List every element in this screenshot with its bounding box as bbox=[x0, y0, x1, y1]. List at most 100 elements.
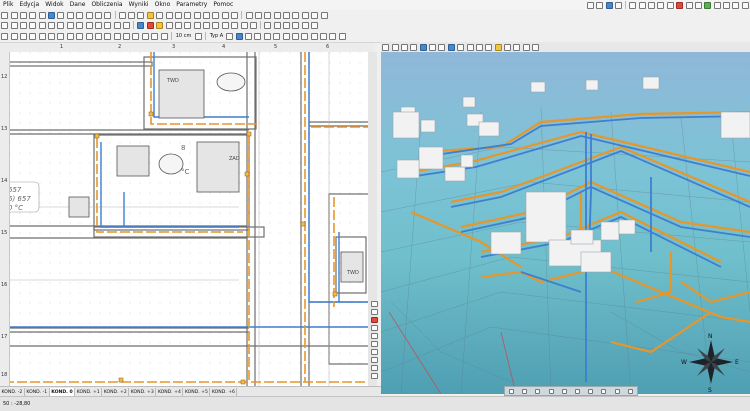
grid-icon[interactable] bbox=[694, 1, 702, 9]
print-preview-icon[interactable] bbox=[723, 1, 731, 9]
save-icon[interactable] bbox=[605, 1, 613, 9]
cold-water-icon[interactable] bbox=[137, 21, 145, 29]
open-icon[interactable] bbox=[596, 1, 604, 9]
arrow-icon[interactable] bbox=[311, 21, 319, 29]
fixture-shower[interactable] bbox=[158, 69, 205, 119]
help-icon[interactable] bbox=[741, 1, 749, 9]
zoom-all-icon[interactable] bbox=[292, 11, 300, 19]
delete-icon[interactable] bbox=[676, 1, 684, 9]
option-icon[interactable] bbox=[123, 32, 131, 40]
wall-icon[interactable] bbox=[10, 11, 18, 19]
boiler-icon[interactable] bbox=[104, 11, 112, 19]
option-icon[interactable] bbox=[329, 32, 337, 40]
menu-pomoc[interactable]: Pomoc bbox=[210, 0, 236, 10]
checkbox-icon[interactable] bbox=[104, 21, 112, 29]
view-side-icon[interactable] bbox=[438, 43, 446, 51]
arrow-icon[interactable] bbox=[264, 21, 272, 29]
dropdown-icon[interactable] bbox=[194, 32, 202, 40]
option-icon[interactable] bbox=[466, 43, 474, 51]
pipe-icon[interactable] bbox=[48, 11, 56, 19]
cut-icon[interactable] bbox=[648, 1, 656, 9]
sink-icon[interactable] bbox=[66, 11, 74, 19]
zoom-3d-icon[interactable] bbox=[391, 43, 399, 51]
view-iso-icon[interactable] bbox=[447, 43, 455, 51]
option-icon[interactable] bbox=[532, 43, 540, 51]
fixture-icon[interactable] bbox=[221, 21, 229, 29]
option-icon[interactable] bbox=[263, 32, 271, 40]
nav-icon[interactable] bbox=[627, 388, 633, 394]
pan-3d-icon[interactable] bbox=[410, 43, 418, 51]
fixture-sink[interactable] bbox=[116, 145, 150, 177]
option-icon[interactable] bbox=[282, 32, 290, 40]
measure-icon[interactable] bbox=[212, 11, 220, 19]
fixture-3d[interactable] bbox=[530, 81, 546, 93]
checkbox-icon[interactable] bbox=[1, 21, 9, 29]
view-2d-icon[interactable] bbox=[245, 11, 253, 19]
fixture-3d[interactable] bbox=[392, 111, 420, 139]
fixture-3d[interactable] bbox=[720, 111, 750, 139]
zoom-out-icon[interactable] bbox=[283, 11, 291, 19]
option-icon[interactable] bbox=[141, 32, 149, 40]
fixture-3d[interactable] bbox=[420, 119, 436, 133]
option-icon[interactable] bbox=[254, 32, 262, 40]
fixture-3d[interactable] bbox=[444, 166, 466, 182]
fixture-3d[interactable] bbox=[585, 79, 599, 91]
fixture-basin[interactable] bbox=[68, 196, 90, 218]
fixture-icon[interactable] bbox=[165, 21, 173, 29]
search-icon[interactable] bbox=[370, 333, 378, 339]
option-icon[interactable] bbox=[19, 32, 27, 40]
rotate-icon[interactable] bbox=[184, 11, 192, 19]
shower-icon[interactable] bbox=[85, 11, 93, 19]
menu-edycja[interactable]: Edycja bbox=[16, 0, 42, 10]
option-icon[interactable] bbox=[104, 32, 112, 40]
door-icon[interactable] bbox=[19, 11, 27, 19]
window-icon[interactable] bbox=[29, 11, 37, 19]
room-tag[interactable]: 657 6) 657 0 °C bbox=[9, 181, 40, 213]
arrow-icon[interactable] bbox=[283, 21, 291, 29]
arrow-icon[interactable] bbox=[273, 21, 281, 29]
fixture-toilet[interactable] bbox=[158, 153, 184, 175]
nav-icon[interactable] bbox=[561, 388, 567, 394]
fixture-3d[interactable] bbox=[580, 251, 612, 273]
type-select[interactable]: Typ A bbox=[210, 33, 223, 39]
nav-icon[interactable] bbox=[509, 388, 515, 394]
copy-icon[interactable] bbox=[657, 1, 665, 9]
menu-obliczenia[interactable]: Obliczenia bbox=[88, 0, 125, 10]
rotate-3d-icon[interactable] bbox=[382, 43, 390, 51]
option-icon[interactable] bbox=[245, 32, 253, 40]
print-icon[interactable] bbox=[614, 1, 622, 9]
dropdown-icon[interactable] bbox=[226, 32, 234, 40]
fixture-3d[interactable] bbox=[490, 231, 522, 255]
view-top-icon[interactable] bbox=[429, 43, 437, 51]
zoom-out-icon[interactable] bbox=[370, 309, 378, 315]
model-3d[interactable]: N E S W bbox=[381, 52, 750, 394]
arrow-icon[interactable] bbox=[301, 21, 309, 29]
delete-icon[interactable] bbox=[370, 317, 378, 323]
search-icon[interactable] bbox=[370, 325, 378, 331]
plan-view-2d[interactable]: 12 13 14 15 16 17 18 TWD 8 ZAD 657 6) 65… bbox=[0, 52, 375, 386]
view-front-icon[interactable] bbox=[419, 43, 427, 51]
option-icon[interactable] bbox=[504, 43, 512, 51]
option-icon[interactable] bbox=[94, 32, 102, 40]
menu-widok[interactable]: Widok bbox=[42, 0, 66, 10]
fixture-icon[interactable] bbox=[174, 21, 182, 29]
option-icon[interactable] bbox=[522, 43, 530, 51]
room-icon[interactable] bbox=[38, 11, 46, 19]
nav-icon[interactable] bbox=[535, 388, 541, 394]
option-icon[interactable] bbox=[301, 32, 309, 40]
checkbox-icon[interactable] bbox=[19, 21, 27, 29]
option-icon[interactable] bbox=[320, 32, 328, 40]
mirror-icon[interactable] bbox=[174, 11, 182, 19]
fixture-icon[interactable] bbox=[193, 21, 201, 29]
checkbox-icon[interactable] bbox=[48, 21, 56, 29]
zoom-value[interactable]: 10 cm bbox=[176, 33, 192, 39]
checkbox-icon[interactable] bbox=[94, 21, 102, 29]
nav-icon[interactable] bbox=[614, 388, 620, 394]
option-icon[interactable] bbox=[57, 32, 65, 40]
checkbox-icon[interactable] bbox=[66, 21, 74, 29]
option-icon[interactable] bbox=[66, 32, 74, 40]
settings-icon[interactable] bbox=[732, 1, 740, 9]
checkbox-icon[interactable] bbox=[10, 21, 18, 29]
checkbox-icon[interactable] bbox=[113, 21, 121, 29]
fixture-3d[interactable] bbox=[462, 96, 476, 108]
